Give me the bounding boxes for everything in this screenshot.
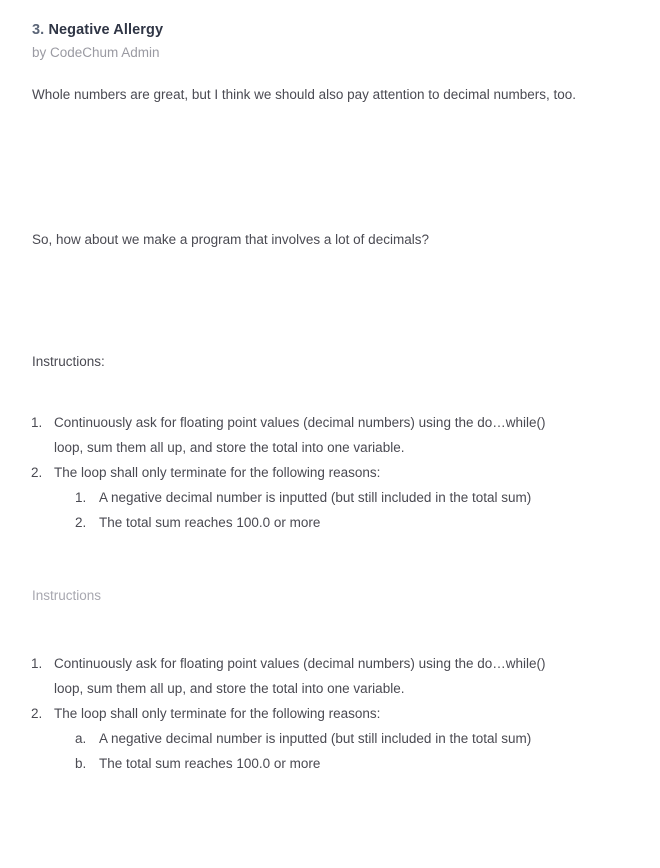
instructions-label: Instructions: [32, 354, 105, 369]
list-item: The total sum reaches 100.0 or more [90, 510, 568, 535]
list-item-text: The total sum reaches 100.0 or more [99, 756, 321, 771]
list-item: Continuously ask for floating point valu… [46, 410, 568, 460]
list-item-text: The loop shall only terminate for the fo… [54, 465, 381, 480]
list-item-text: Continuously ask for floating point valu… [54, 656, 546, 696]
list-item-text: The loop shall only terminate for the fo… [54, 706, 381, 721]
problem-title-text: Negative Allergy [48, 22, 164, 38]
instructions-list-primary: Continuously ask for floating point valu… [0, 410, 568, 535]
instructions-list-secondary: Continuously ask for floating point valu… [0, 651, 568, 776]
list-item: Continuously ask for floating point valu… [46, 651, 568, 701]
list-item-text: A negative decimal number is inputted (b… [99, 490, 532, 505]
list-item-text: Continuously ask for floating point valu… [54, 415, 546, 455]
list-item-text: A negative decimal number is inputted (b… [99, 731, 532, 746]
list-item: A negative decimal number is inputted (b… [90, 485, 568, 510]
intro-paragraph: Whole numbers are great, but I think we … [32, 87, 577, 102]
question-paragraph: So, how about we make a program that inv… [32, 232, 429, 247]
instructions-sublist: A negative decimal number is inputted (b… [54, 726, 568, 776]
problem-author: by CodeChum Admin [32, 45, 160, 60]
instructions-sublist: A negative decimal number is inputted (b… [54, 485, 568, 535]
list-item: The loop shall only terminate for the fo… [46, 460, 568, 535]
list-item-text: The total sum reaches 100.0 or more [99, 515, 321, 530]
page-title: 3. Negative Allergy [32, 20, 592, 40]
list-item: The loop shall only terminate for the fo… [46, 701, 568, 776]
list-item: The total sum reaches 100.0 or more [90, 751, 568, 776]
instructions-label-secondary: Instructions [32, 588, 102, 603]
problem-number: 3. [32, 22, 45, 38]
problem-header: 3. Negative Allergy by CodeChum Admin [32, 20, 592, 63]
problem-statement-page: 3. Negative Allergy by CodeChum Admin Wh… [0, 0, 660, 868]
list-item: A negative decimal number is inputted (b… [90, 726, 568, 751]
